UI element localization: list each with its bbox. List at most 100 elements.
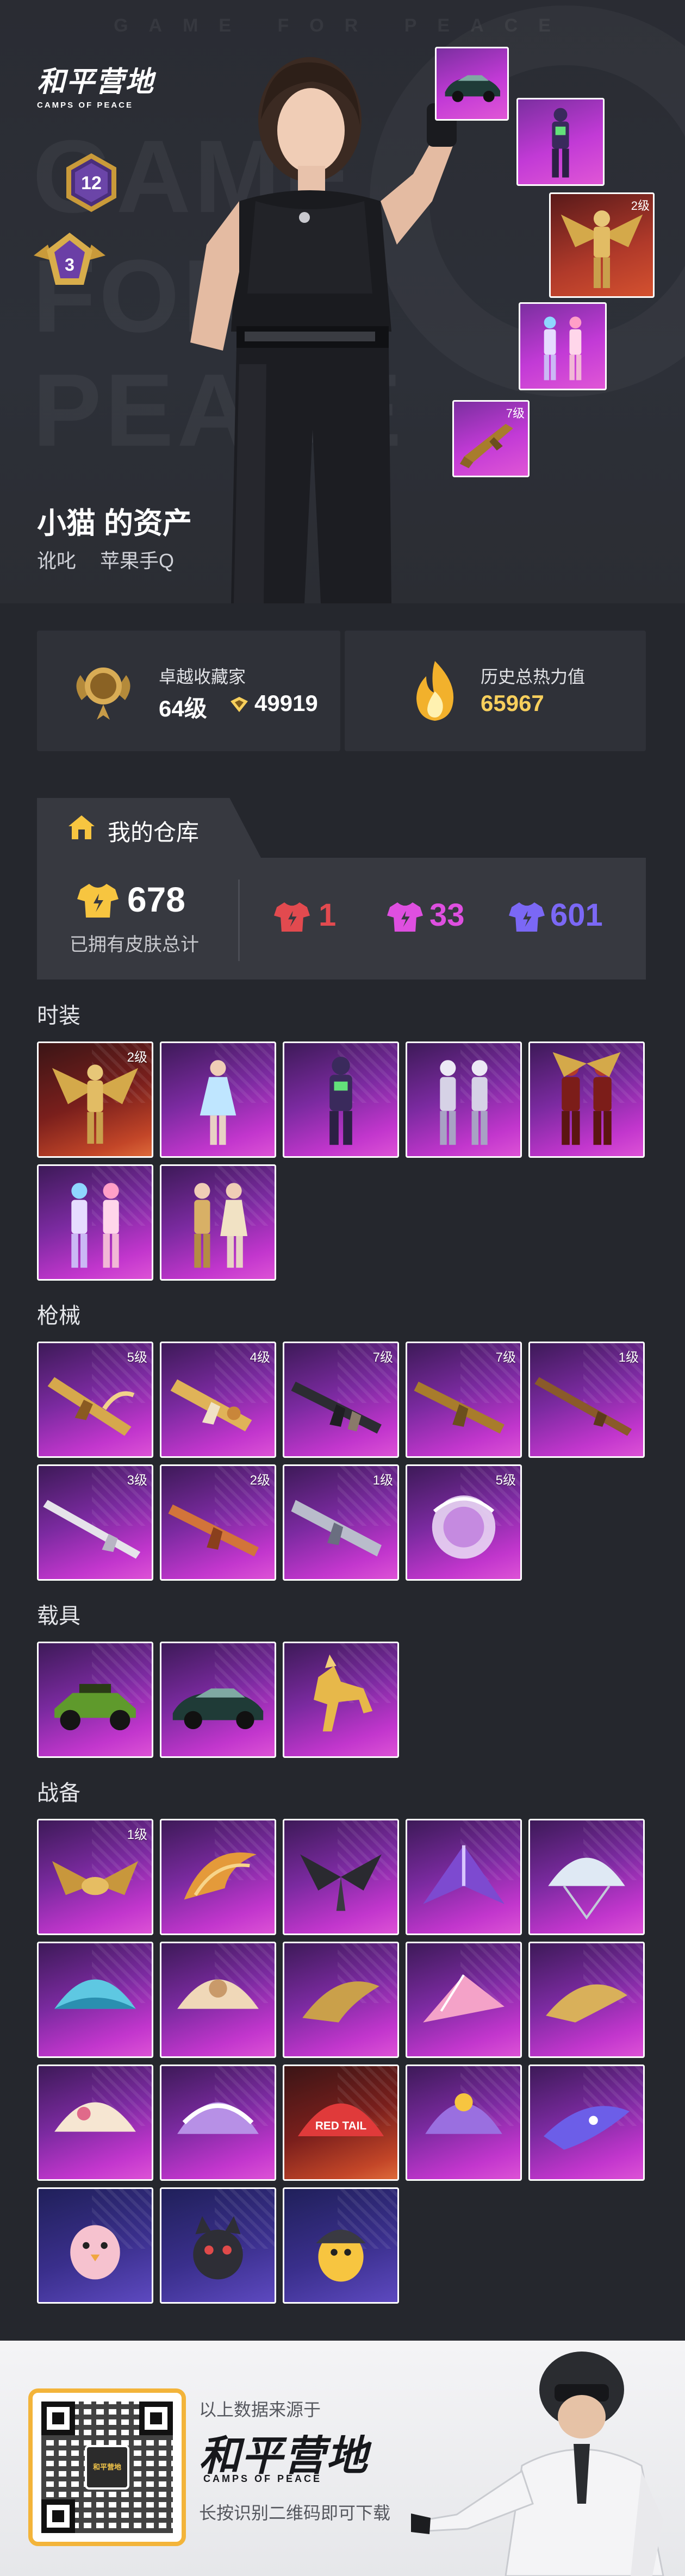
gear-tile[interactable] bbox=[528, 1819, 645, 1935]
item-level-label: 2级 bbox=[127, 1050, 147, 1065]
hero-banner: GAME FOR PEACE GAME FOR PEACE 和平营地 CAMPS… bbox=[0, 0, 685, 603]
gun-tile[interactable]: 5级 bbox=[37, 1342, 153, 1458]
character-illustration bbox=[190, 57, 457, 603]
gear-tile[interactable] bbox=[160, 2064, 276, 2181]
gear-tile[interactable] bbox=[160, 1819, 276, 1935]
red-tail-print: RED TAIL bbox=[315, 2119, 367, 2132]
outfit-tile[interactable]: 2级 bbox=[37, 1041, 153, 1158]
gold-wing-glider-icon bbox=[302, 1981, 379, 2023]
crystal-parachute-icon bbox=[548, 1857, 625, 1920]
gear-tile[interactable] bbox=[160, 2187, 276, 2304]
skin-total-count: 678 bbox=[127, 880, 185, 919]
warehouse-tab[interactable]: 我的仓库 bbox=[37, 798, 261, 858]
gear-tile[interactable]: 1级 bbox=[37, 1819, 153, 1935]
logo-cn: 和平营地 bbox=[37, 66, 155, 98]
dark-wing-glider-icon bbox=[300, 1854, 382, 1911]
soldier-illustration bbox=[411, 2352, 664, 2576]
gun-tile[interactable]: 1级 bbox=[528, 1342, 645, 1458]
flower-parachute-icon bbox=[425, 2093, 502, 2134]
golden-horse-icon bbox=[314, 1654, 373, 1732]
sports-car-icon bbox=[445, 75, 500, 102]
gear-tile[interactable] bbox=[37, 2064, 153, 2181]
qr-center-logo: 和平营地 bbox=[85, 2445, 129, 2490]
pink-skin-count: 33 bbox=[429, 897, 465, 933]
helmet-chick-mascot-icon bbox=[316, 2229, 366, 2282]
twin-silver-outfit-icon bbox=[440, 1060, 488, 1145]
gear-tile[interactable] bbox=[406, 2064, 522, 2181]
vehicle-tile[interactable] bbox=[283, 1642, 399, 1758]
mecha-suit-outfit-icon bbox=[552, 108, 569, 178]
red-shirt-icon bbox=[274, 902, 310, 932]
gun-tile[interactable]: 5级 bbox=[406, 1464, 522, 1581]
gold-shirt-icon bbox=[77, 884, 119, 918]
showcase-gun-item[interactable]: 7级 bbox=[452, 400, 530, 477]
dark-cat-mascot-icon bbox=[193, 2216, 243, 2280]
red-skin-count: 1 bbox=[319, 897, 337, 933]
app-logo: 和平营地 CAMPS OF PEACE bbox=[37, 59, 154, 110]
outfit-tile[interactable] bbox=[283, 1041, 399, 1158]
pink-chick-mascot-icon bbox=[70, 2225, 120, 2280]
vehicle-tile[interactable] bbox=[37, 1642, 153, 1758]
gold-ornate-glider-icon bbox=[546, 1984, 627, 2023]
galaxy-glider-icon bbox=[543, 2106, 630, 2150]
gold-couple-outfit-icon bbox=[194, 1183, 248, 1268]
gear-tile[interactable] bbox=[283, 1819, 399, 1935]
gear-tile[interactable] bbox=[528, 2064, 645, 2181]
showcase-vehicle-item[interactable] bbox=[435, 47, 509, 121]
red-tail-parachute-icon: RED TAIL bbox=[297, 2103, 384, 2136]
heat-title: 历史总热力值 bbox=[481, 667, 586, 687]
cream-parachute-icon bbox=[54, 2102, 136, 2132]
flame-icon bbox=[416, 661, 454, 721]
showcase-outfit-item[interactable] bbox=[516, 98, 605, 186]
showcase-outfit-item[interactable]: 2级 bbox=[549, 192, 655, 298]
gun-tile[interactable]: 3级 bbox=[37, 1464, 153, 1581]
gear-tile[interactable] bbox=[37, 2187, 153, 2304]
purple-glider-icon bbox=[423, 1845, 505, 1904]
gear-tile[interactable] bbox=[160, 1942, 276, 2058]
rank-badge-icon: 3 bbox=[32, 228, 108, 294]
item-level-label: 7级 bbox=[506, 407, 525, 420]
gun-tile[interactable]: 2级 bbox=[160, 1464, 276, 1581]
vehicle-tile[interactable] bbox=[160, 1642, 276, 1758]
outfit-tile[interactable] bbox=[406, 1041, 522, 1158]
footer-logo-en: CAMPS OF PEACE bbox=[203, 2473, 322, 2484]
sports-car-icon bbox=[172, 1688, 264, 1730]
collector-title: 卓越收藏家 bbox=[159, 667, 246, 687]
summary-divider bbox=[238, 880, 240, 961]
download-qr-code[interactable]: 和平营地 bbox=[28, 2388, 186, 2546]
owner-meta: 讹叱 苹果手Q bbox=[37, 545, 192, 573]
outfit-tile[interactable] bbox=[37, 1164, 153, 1281]
collection-points-icon bbox=[231, 697, 248, 712]
item-level-label: 4级 bbox=[250, 1350, 270, 1365]
qr-finder bbox=[139, 2402, 173, 2435]
collector-medal-icon bbox=[76, 668, 130, 720]
gear-tile[interactable] bbox=[283, 1942, 399, 2058]
heat-stat-card: 历史总热力值 65967 bbox=[345, 631, 646, 751]
outfit-tile[interactable] bbox=[528, 1041, 645, 1158]
gear-tile[interactable]: RED TAIL bbox=[283, 2064, 399, 2181]
gear-tile[interactable] bbox=[406, 1942, 522, 2058]
showcase-outfit-item[interactable] bbox=[519, 302, 607, 390]
collector-points: 49919 bbox=[254, 690, 318, 716]
gun-tile[interactable]: 7级 bbox=[283, 1342, 399, 1458]
gun-tile[interactable]: 1级 bbox=[283, 1464, 399, 1581]
owner-nickname: 讹叱 bbox=[37, 550, 77, 572]
mecha-suit-outfit-icon bbox=[329, 1056, 352, 1145]
skin-total-label: 已拥有皮肤总计 bbox=[70, 934, 199, 955]
gear-tile[interactable] bbox=[528, 1942, 645, 2058]
collector-stat-card: 卓越收藏家 64级 49919 bbox=[37, 631, 340, 751]
gun-tile[interactable]: 4级 bbox=[160, 1342, 276, 1458]
gun-tile[interactable]: 7级 bbox=[406, 1342, 522, 1458]
green-buggy-icon bbox=[54, 1683, 136, 1731]
outfit-tile[interactable] bbox=[160, 1041, 276, 1158]
blue-skin-count: 601 bbox=[550, 897, 603, 933]
gear-tile[interactable] bbox=[283, 2187, 399, 2304]
owner-name: 小猫 的资产 bbox=[37, 507, 192, 540]
gear-tile[interactable] bbox=[406, 1819, 522, 1935]
outfit-tile[interactable] bbox=[160, 1164, 276, 1281]
logo-en: CAMPS OF PEACE bbox=[37, 101, 134, 110]
gear-tile[interactable] bbox=[37, 1942, 153, 2058]
home-icon bbox=[68, 815, 95, 839]
warehouse-summary: 678 已拥有皮肤总计 1 33 601 bbox=[37, 858, 646, 980]
pink-glider-icon bbox=[423, 1974, 505, 2023]
